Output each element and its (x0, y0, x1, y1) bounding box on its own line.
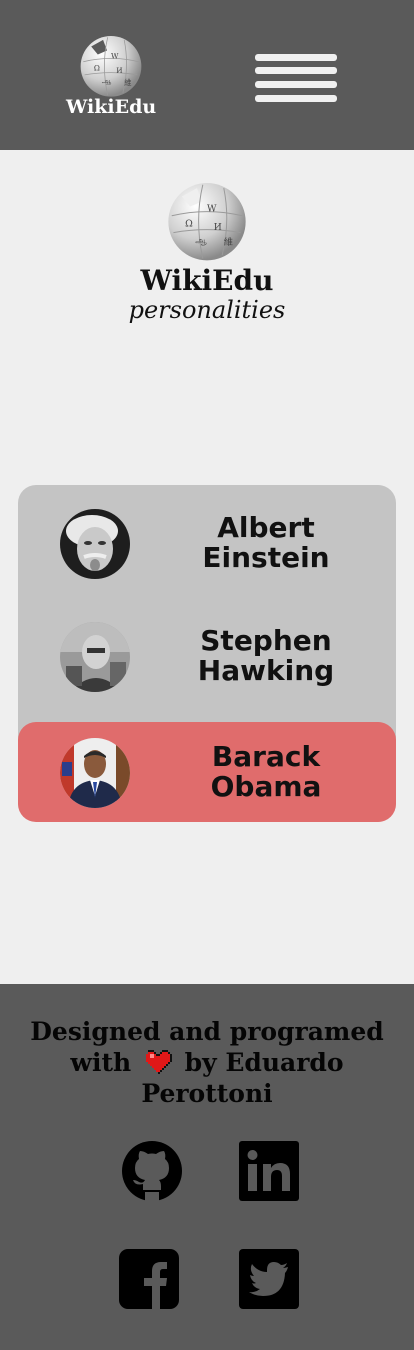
twitter-icon[interactable] (238, 1248, 300, 1310)
personality-name: Barack Obama (166, 722, 366, 822)
credit-line: Perottoni (141, 1079, 273, 1108)
svg-text:И: И (214, 222, 222, 233)
personality-item-obama[interactable]: Barack Obama (18, 722, 396, 822)
credit-line-end: by Eduardo (184, 1048, 344, 1077)
first-name: Barack (211, 740, 321, 773)
hero-title: WikiEdu (140, 264, 274, 297)
svg-text:ஆ: ஆ (102, 76, 111, 85)
svg-text:Ω: Ω (185, 219, 193, 230)
credit-line-start: with (70, 1048, 132, 1077)
header-wordmark: WikiEdu (66, 96, 157, 118)
heart-icon (145, 1050, 172, 1074)
facebook-icon[interactable] (118, 1248, 180, 1310)
hamburger-menu-button[interactable] (255, 54, 337, 104)
menu-bar (255, 81, 337, 88)
last-name: Einstein (202, 541, 330, 574)
last-name: Obama (210, 770, 322, 803)
top-header: W Ω И ஆ 維 WikiEdu (0, 0, 414, 150)
header-logo[interactable]: W Ω И ஆ 維 WikiEdu (66, 30, 156, 122)
hero-logo: W Ω И ஆ 維 WikiEdu personalities (0, 176, 414, 336)
personality-item-einstein[interactable]: Albert Einstein (18, 493, 396, 593)
personality-item-hawking[interactable]: Stephen Hawking (18, 606, 396, 706)
personality-list: Albert Einstein Stephen Hawking Barack O… (18, 485, 396, 822)
svg-text:И: И (116, 66, 122, 75)
svg-text:W: W (111, 51, 119, 60)
first-name: Albert (217, 511, 315, 544)
svg-text:維: 維 (224, 236, 233, 248)
menu-bar (255, 95, 337, 102)
credit-text: Designed and programed with by Eduardo P… (14, 1016, 400, 1109)
hero-subtitle: personalities (128, 296, 286, 324)
last-name: Hawking (197, 654, 335, 687)
menu-bar (255, 67, 337, 74)
github-icon[interactable] (121, 1140, 183, 1202)
linkedin-icon[interactable] (238, 1140, 300, 1202)
personality-name: Albert Einstein (166, 493, 366, 593)
footer: Designed and programed with by Eduardo P… (0, 984, 414, 1350)
personality-name: Stephen Hawking (166, 606, 366, 706)
wikipedia-globe-icon: W Ω И ஆ 維 (168, 183, 246, 261)
avatar (60, 738, 130, 808)
svg-text:W: W (207, 204, 217, 215)
avatar (60, 509, 130, 579)
credit-line: Designed and programed (30, 1017, 384, 1046)
svg-text:維: 維 (124, 78, 131, 87)
avatar (60, 622, 130, 692)
svg-text:ஆ: ஆ (195, 236, 207, 247)
wikipedia-globe-icon: W Ω И ஆ 維 (80, 35, 142, 97)
credit-line: with by Eduardo (14, 1047, 400, 1078)
first-name: Stephen (200, 624, 332, 657)
svg-text:Ω: Ω (94, 63, 100, 72)
menu-bar (255, 54, 337, 61)
